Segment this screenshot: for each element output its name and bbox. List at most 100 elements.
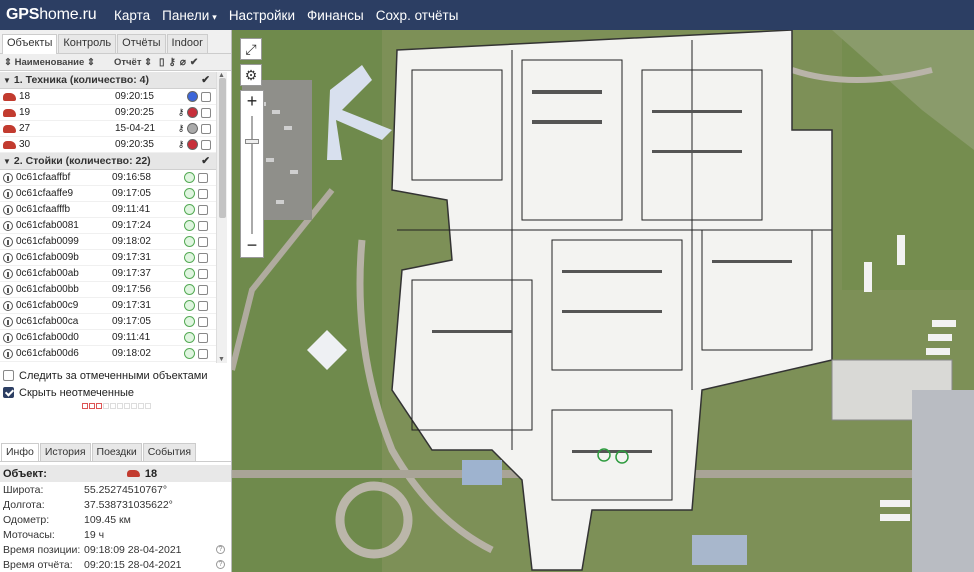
item-checkbox[interactable] bbox=[198, 188, 208, 199]
list-item[interactable]: 0c61cfab00d6 09:18:02 bbox=[0, 346, 216, 362]
column-report[interactable]: Отчёт ⇕ bbox=[114, 57, 159, 68]
pager-dot[interactable] bbox=[88, 403, 95, 409]
check-all-icon[interactable]: ✔ bbox=[190, 57, 198, 68]
list-item[interactable]: 0c61cfaaffe9 09:17:05 bbox=[0, 186, 216, 202]
item-report-time: 09:17:24 bbox=[112, 220, 151, 231]
item-name: 0c61cfab0081 bbox=[16, 220, 79, 231]
item-checkbox[interactable] bbox=[198, 220, 208, 231]
item-checkbox[interactable] bbox=[201, 107, 211, 118]
gear-icon: ⚙ bbox=[244, 66, 258, 83]
list-item[interactable]: 0c61cfaaffbf 09:16:58 bbox=[0, 170, 216, 186]
item-checkbox[interactable] bbox=[198, 332, 208, 343]
info-value: 55.25274510767° bbox=[84, 483, 168, 496]
item-checkbox[interactable] bbox=[198, 236, 208, 247]
tab-reports[interactable]: Отчёты bbox=[117, 34, 166, 53]
zoom-out-button[interactable]: − bbox=[241, 235, 263, 257]
pager-dot[interactable] bbox=[130, 403, 137, 409]
pager-dot[interactable] bbox=[109, 403, 116, 409]
tab-events[interactable]: События bbox=[142, 443, 197, 461]
zoom-slider-handle[interactable] bbox=[245, 139, 259, 144]
logo[interactable]: GPShome.ru bbox=[0, 6, 108, 24]
list-item[interactable]: 0c61cfab00ab 09:17:37 bbox=[0, 266, 216, 282]
help-icon[interactable]: ? bbox=[216, 560, 225, 569]
item-report-time: 09:11:41 bbox=[112, 204, 151, 215]
item-report-time: 09:11:41 bbox=[112, 332, 151, 343]
item-name: 0c61cfab009b bbox=[16, 252, 79, 263]
list-scrollbar[interactable]: ▲ ▼ bbox=[216, 72, 227, 363]
pager-dot[interactable] bbox=[144, 403, 151, 409]
list-item[interactable]: 0c61cfab00bb 09:17:56 bbox=[0, 282, 216, 298]
list-item[interactable]: 0c61cfab00c9 09:17:31 bbox=[0, 298, 216, 314]
item-checkbox[interactable] bbox=[201, 123, 211, 134]
follow-option[interactable]: Следить за отмеченными объектами bbox=[0, 367, 231, 384]
item-name: 0c61cfab00c9 bbox=[16, 300, 79, 311]
item-report-time: 09:18:02 bbox=[112, 348, 151, 359]
pager-dot[interactable] bbox=[102, 403, 109, 409]
scrollbar-thumb[interactable] bbox=[219, 78, 226, 218]
pager-dot[interactable] bbox=[116, 403, 123, 409]
status-indicator bbox=[184, 220, 195, 231]
item-checkbox[interactable] bbox=[198, 284, 208, 295]
list-item[interactable]: 0c61cfab00ca 09:17:05 bbox=[0, 314, 216, 330]
follow-checkbox[interactable] bbox=[3, 370, 14, 381]
column-name[interactable]: ⇕ Наименование ⇕ bbox=[4, 57, 114, 68]
map-view[interactable]: ⤢ ⚙ + − bbox=[232, 30, 974, 572]
list-item[interactable]: 0c61cfab0099 09:18:02 bbox=[0, 234, 216, 250]
pager-dot[interactable] bbox=[123, 403, 130, 409]
item-checkbox[interactable] bbox=[201, 139, 211, 150]
fullscreen-button[interactable]: ⤢ bbox=[240, 38, 262, 60]
map-settings-button[interactable]: ⚙ bbox=[240, 64, 262, 86]
beacon-icon bbox=[3, 268, 13, 279]
list-item[interactable]: 0c61cfaafffb 09:11:41 bbox=[0, 202, 216, 218]
nav-map[interactable]: Карта bbox=[108, 8, 156, 23]
main-nav: Карта Панели ▾ Настройки Финансы Сохр. от… bbox=[108, 8, 464, 23]
tab-trips[interactable]: Поездки bbox=[91, 443, 142, 461]
chevron-down-icon: ▼ bbox=[3, 157, 11, 166]
zoom-slider-track[interactable] bbox=[251, 116, 253, 234]
beacon-icon bbox=[3, 220, 13, 231]
scroll-down-icon[interactable]: ▼ bbox=[218, 356, 225, 363]
nav-saved-reports[interactable]: Сохр. отчёты bbox=[370, 8, 465, 23]
chevron-down-icon: ▼ bbox=[3, 76, 11, 85]
item-checkbox[interactable] bbox=[198, 204, 208, 215]
pager-dot[interactable] bbox=[95, 403, 102, 409]
hide-checkbox[interactable] bbox=[3, 387, 14, 398]
list-item[interactable]: 0c61cfab009b 09:17:31 bbox=[0, 250, 216, 266]
group-header[interactable]: ▼ 2. Стойки (количество: 22) ✔ bbox=[0, 153, 216, 170]
item-checkbox[interactable] bbox=[198, 300, 208, 311]
pager-dot[interactable] bbox=[81, 403, 88, 409]
list-item[interactable]: 30 09:20:35 ⚷ bbox=[0, 137, 216, 153]
item-checkbox[interactable] bbox=[198, 172, 208, 183]
item-report-time: 09:17:31 bbox=[112, 252, 151, 263]
tab-indoor[interactable]: Indoor bbox=[166, 34, 208, 53]
item-checkbox[interactable] bbox=[198, 268, 208, 279]
nav-finance[interactable]: Финансы bbox=[301, 8, 370, 23]
tab-history[interactable]: История bbox=[39, 443, 91, 461]
list-item[interactable]: 0c61cfab0081 09:17:24 bbox=[0, 218, 216, 234]
item-checkbox[interactable] bbox=[198, 348, 208, 359]
item-checkbox[interactable] bbox=[198, 252, 208, 263]
item-checkbox[interactable] bbox=[201, 91, 211, 102]
hide-option[interactable]: Скрыть неотмеченные bbox=[0, 384, 231, 401]
pager-dot[interactable] bbox=[137, 403, 144, 409]
tab-info[interactable]: Инфо bbox=[1, 443, 39, 461]
key-icon: ⚷ bbox=[177, 139, 185, 149]
nav-panels[interactable]: Панели ▾ bbox=[156, 8, 223, 23]
item-report-time: 09:17:31 bbox=[112, 300, 151, 311]
list-item[interactable]: 0c61cfab00d0 09:11:41 bbox=[0, 330, 216, 346]
tab-control[interactable]: Контроль bbox=[58, 34, 117, 53]
tab-objects[interactable]: Объекты bbox=[2, 34, 58, 54]
list-item[interactable]: 18 09:20:15 bbox=[0, 89, 216, 105]
satellite-map[interactable] bbox=[232, 30, 974, 572]
group-header[interactable]: ▼ 1. Техника (количество: 4) ✔ bbox=[0, 72, 216, 89]
check-icon[interactable]: ✔ bbox=[201, 74, 210, 86]
car-icon bbox=[3, 92, 16, 101]
list-item[interactable]: 27 15-04-21 ⚷ bbox=[0, 121, 216, 137]
check-icon[interactable]: ✔ bbox=[201, 155, 210, 167]
zoom-in-button[interactable]: + bbox=[241, 91, 263, 113]
help-icon[interactable]: ? bbox=[216, 545, 225, 554]
object-label: Объект: bbox=[3, 467, 47, 480]
nav-settings[interactable]: Настройки bbox=[223, 8, 301, 23]
item-checkbox[interactable] bbox=[198, 316, 208, 327]
list-item[interactable]: 19 09:20:25 ⚷ bbox=[0, 105, 216, 121]
